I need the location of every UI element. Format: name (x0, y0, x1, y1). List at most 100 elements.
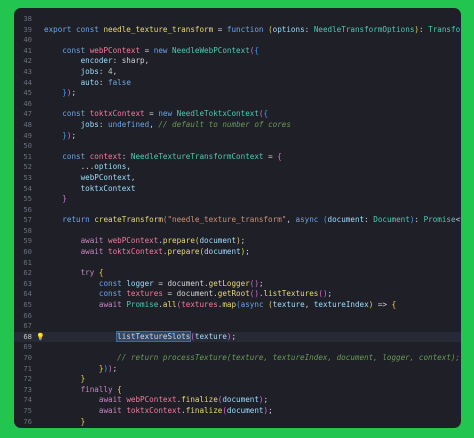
line-number: 70 (23, 353, 32, 362)
code-token: // return processTexture(texture, textur… (117, 353, 461, 362)
code-text: encoder: sharp, (44, 56, 150, 67)
code-line[interactable]: 66 (14, 311, 461, 322)
code-line[interactable]: 74 await webPContext.finalize(document); (14, 395, 461, 406)
code-text: await toktxContext.finalize(document); (44, 406, 273, 417)
code-window: 38 39 export const needle_texture_transfor… (14, 8, 461, 428)
line-number: 48 (23, 119, 32, 129)
code-token: textureIndex (313, 300, 369, 310)
line-number: 53 (23, 172, 32, 182)
code-line[interactable]: 56 (14, 205, 461, 216)
code-line[interactable]: 62 try { (14, 268, 461, 279)
code-line[interactable]: 46 (14, 99, 461, 110)
code-token: = document. (162, 289, 218, 299)
code-token: , (130, 172, 136, 182)
code-token: document (226, 405, 264, 415)
code-line[interactable]: 65 await Promise.all(textures.map(async … (14, 300, 461, 311)
code-token: { (277, 151, 282, 161)
code-line[interactable]: 55 } (14, 194, 461, 205)
code-line[interactable]: 57 return createTransform("needle_textur… (14, 215, 461, 226)
code-line[interactable]: 58 (14, 226, 461, 237)
code-line[interactable]: 59 await webPContext.prepare(document); (14, 236, 461, 247)
code-editor[interactable]: 38 39 export const needle_texture_transfor… (14, 14, 461, 428)
code-token: false (108, 77, 131, 87)
code-token: { (98, 268, 104, 278)
code-token: all (162, 300, 177, 310)
code-line[interactable]: 48 jobs: undefined, // default to number… (14, 120, 461, 131)
code-line[interactable]: 77 }) (14, 427, 461, 428)
code-line[interactable]: 69 (14, 342, 461, 353)
code-token: ; (327, 289, 333, 299)
code-token: getLogger (208, 278, 250, 288)
code-token: } (80, 374, 86, 384)
code-token: : (121, 151, 131, 161)
code-line[interactable]: 64 const textures = document.getRoot().l… (14, 289, 461, 300)
code-token: createTransform (94, 215, 163, 225)
line-number: 46 (23, 98, 32, 108)
line-number: 54 (23, 183, 32, 193)
code-line[interactable]: 60 await toktxContext.prepare(document); (14, 247, 461, 258)
code-line[interactable]: 43 jobs: 4, (14, 67, 461, 78)
line-number: 72 (23, 374, 32, 384)
code-token: => (373, 300, 392, 310)
code-line[interactable]: 71 })); (14, 364, 461, 375)
code-line[interactable]: 38 (14, 14, 461, 25)
code-token: toktxContext (126, 405, 182, 415)
code-line[interactable]: 49 }); (14, 131, 461, 142)
code-line[interactable]: 51 const context: NeedleTextureTransform… (14, 152, 461, 163)
line-number: 57 (23, 215, 32, 225)
code-line[interactable]: 44 auto: false (14, 78, 461, 89)
code-token: function (226, 24, 269, 34)
code-line[interactable]: 52 ...options, (14, 162, 461, 173)
code-line[interactable]: 50 (14, 141, 461, 152)
code-line[interactable]: 45 }); (14, 88, 461, 99)
code-text: } (44, 417, 86, 428)
code-line[interactable]: 73 finally { (14, 385, 461, 396)
line-number: 39 (23, 24, 32, 34)
line-number: 60 (23, 247, 32, 257)
code-line[interactable]: 76 } (14, 417, 461, 428)
code-token: // default to number of cores (158, 119, 291, 129)
code-line[interactable]: 42 encoder: sharp, (14, 56, 461, 67)
code-line[interactable]: 72 } (14, 374, 461, 385)
code-line[interactable]: 63 const logger = document.getLogger(); (14, 279, 461, 290)
code-token: { (391, 300, 397, 310)
code-line[interactable]: 75 await toktxContext.finalize(document)… (14, 406, 461, 417)
code-line[interactable]: 54 toktxContext (14, 184, 461, 195)
code-text: await Promise.all(textures.map(async (te… (44, 300, 396, 311)
code-token: : (98, 77, 109, 87)
code-token: jobs (80, 66, 99, 76)
code-text: } (44, 194, 67, 205)
code-token: document (204, 247, 241, 257)
line-number: 44 (23, 77, 32, 87)
code-token: ) (67, 427, 72, 428)
code-text: return createTransform("needle_texture_t… (44, 215, 461, 226)
code-line[interactable]: 70 // return processTexture(texture, tex… (14, 353, 461, 364)
code-line[interactable]: 40 (14, 35, 461, 46)
code-token: ; (71, 88, 77, 98)
code-token: const (62, 45, 90, 55)
code-line[interactable]: 47 const toktxContext = new NeedleToktxC… (14, 109, 461, 120)
code-line[interactable]: 68 💡 listTextureSlots(texture); (14, 330, 461, 343)
line-number: 42 (23, 56, 32, 66)
code-token: auto (80, 77, 99, 87)
code-token: try (80, 268, 99, 278)
code-line[interactable]: 41 const webPContext = new NeedleWebPCon… (14, 46, 461, 57)
code-token: finally (80, 384, 118, 394)
code-line[interactable]: 39 export const needle_texture_transform … (14, 25, 461, 36)
code-line[interactable]: 61 (14, 258, 461, 269)
code-line[interactable]: 53 webPContext, (14, 173, 461, 184)
line-number: 45 (23, 88, 32, 98)
code-line[interactable]: 67 (14, 321, 461, 332)
code-token: { (263, 109, 269, 119)
code-text: // return processTexture(texture, textur… (44, 353, 460, 364)
code-token: toktxContext (89, 109, 145, 119)
